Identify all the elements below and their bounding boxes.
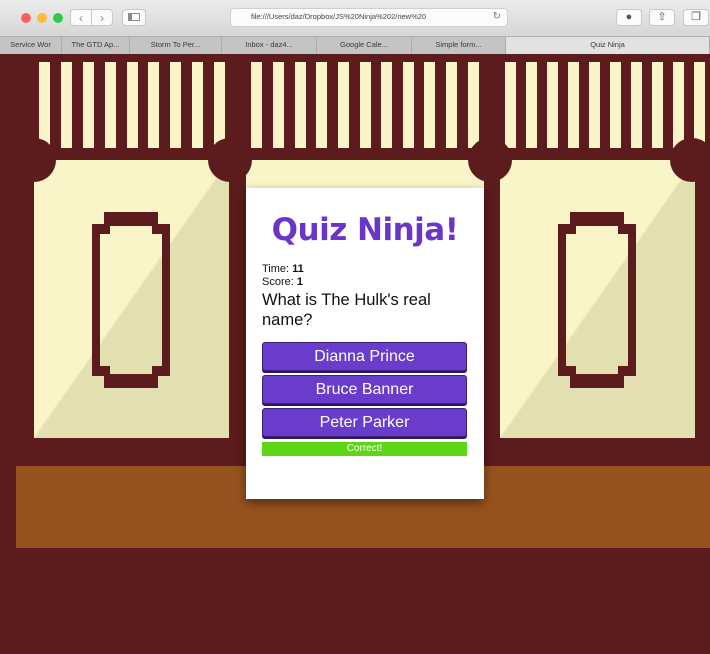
- window-slat: [468, 62, 479, 148]
- downloads-icon: ●: [625, 11, 633, 23]
- answer-button-bruce-banner[interactable]: Bruce Banner: [262, 375, 467, 404]
- window-slat: [105, 62, 116, 148]
- window-slat: [192, 62, 203, 148]
- tab-gtd[interactable]: The GTD Ap...: [62, 37, 130, 54]
- window-slat: [316, 62, 327, 148]
- browser-titlebar: ‹ › file:///Users/daz/Dropbox/JS%20Ninja…: [0, 0, 710, 36]
- answer-button-dianna-prince[interactable]: Dianna Prince: [262, 342, 467, 371]
- tab-bar: Service Wor The GTD Ap... Storm To Per..…: [0, 36, 710, 54]
- window-slat: [694, 62, 705, 148]
- tabs-button[interactable]: ❐: [683, 9, 709, 26]
- answer-button-peter-parker[interactable]: Peter Parker: [262, 408, 467, 437]
- sidebar-icon: [128, 13, 140, 21]
- window-slat: [338, 62, 349, 148]
- back-icon: ‹: [79, 11, 83, 25]
- window-slat: [214, 62, 225, 148]
- address-text: file:///Users/daz/Dropbox/JS%20Ninja%202…: [251, 12, 427, 21]
- dojo-background: Quiz Ninja! Time: 11 Score: 1 What is Th…: [0, 54, 710, 654]
- window-slat: [526, 62, 537, 148]
- window-slat: [273, 62, 284, 148]
- tab-service-worker[interactable]: Service Wor: [0, 37, 62, 54]
- minimize-window-button[interactable]: [37, 13, 47, 23]
- tab-google-calendar[interactable]: Google Cale...: [317, 37, 412, 54]
- share-button[interactable]: ⇧: [649, 9, 675, 26]
- tab-inbox[interactable]: Inbox - daz4...: [222, 37, 317, 54]
- question-text: What is The Hulk's real name?: [262, 291, 431, 329]
- wall-edge: [0, 54, 16, 654]
- window-slat: [61, 62, 72, 148]
- score: Score: 1: [262, 276, 303, 288]
- window-slat: [170, 62, 181, 148]
- window-slat: [251, 62, 262, 148]
- slatted-window-right: [500, 62, 710, 148]
- window-slat: [381, 62, 392, 148]
- window-slat: [127, 62, 138, 148]
- window-slat: [446, 62, 457, 148]
- window-slat: [505, 62, 516, 148]
- downloads-button[interactable]: ●: [616, 9, 642, 26]
- reload-icon[interactable]: ↻: [493, 11, 501, 22]
- window-slat: [631, 62, 642, 148]
- window-slat: [424, 62, 435, 148]
- forward-button[interactable]: ›: [91, 9, 113, 26]
- wall-panel-center: [246, 160, 484, 190]
- feedback-message: Correct!: [262, 442, 467, 456]
- timer: Time: 11: [262, 263, 304, 275]
- timer-label: Time:: [262, 263, 293, 275]
- ornamental-frame-left: [92, 212, 170, 388]
- window-slat: [83, 62, 94, 148]
- maximize-window-button[interactable]: [53, 13, 63, 23]
- close-window-button[interactable]: [21, 13, 31, 23]
- window-slat: [610, 62, 621, 148]
- window-slat: [652, 62, 663, 148]
- window-slat: [589, 62, 600, 148]
- window-slat: [403, 62, 414, 148]
- slatted-window-left: [34, 62, 230, 148]
- tab-simple-form[interactable]: Simple form...: [412, 37, 506, 54]
- back-button[interactable]: ‹: [70, 9, 92, 26]
- score-value: 1: [296, 276, 303, 288]
- score-label: Score:: [262, 276, 297, 288]
- forward-icon: ›: [100, 11, 104, 25]
- window-slat: [360, 62, 371, 148]
- panel-corner: [12, 138, 56, 182]
- quiz-card: Quiz Ninja! Time: 11 Score: 1 What is Th…: [246, 188, 484, 499]
- window-slat: [295, 62, 306, 148]
- tab-quiz-ninja[interactable]: Quiz Ninja: [506, 37, 710, 54]
- window-slat: [39, 62, 50, 148]
- window-slat: [673, 62, 684, 148]
- tabs-icon: ❐: [691, 11, 701, 23]
- ornamental-frame-right: [558, 212, 636, 388]
- quiz-title: Quiz Ninja!: [271, 212, 459, 248]
- window-slat: [568, 62, 579, 148]
- panel-corner: [208, 138, 252, 182]
- timer-value: 11: [292, 263, 304, 275]
- tab-storm[interactable]: Storm To Per...: [130, 37, 222, 54]
- slatted-window-center: [246, 62, 484, 148]
- window-slat: [148, 62, 159, 148]
- sidebar-button[interactable]: [122, 9, 146, 26]
- window-slat: [547, 62, 558, 148]
- panel-corner: [670, 138, 710, 182]
- share-icon: ⇧: [657, 11, 667, 23]
- address-bar[interactable]: file:///Users/daz/Dropbox/JS%20Ninja%202…: [230, 8, 508, 27]
- panel-corner: [468, 138, 512, 182]
